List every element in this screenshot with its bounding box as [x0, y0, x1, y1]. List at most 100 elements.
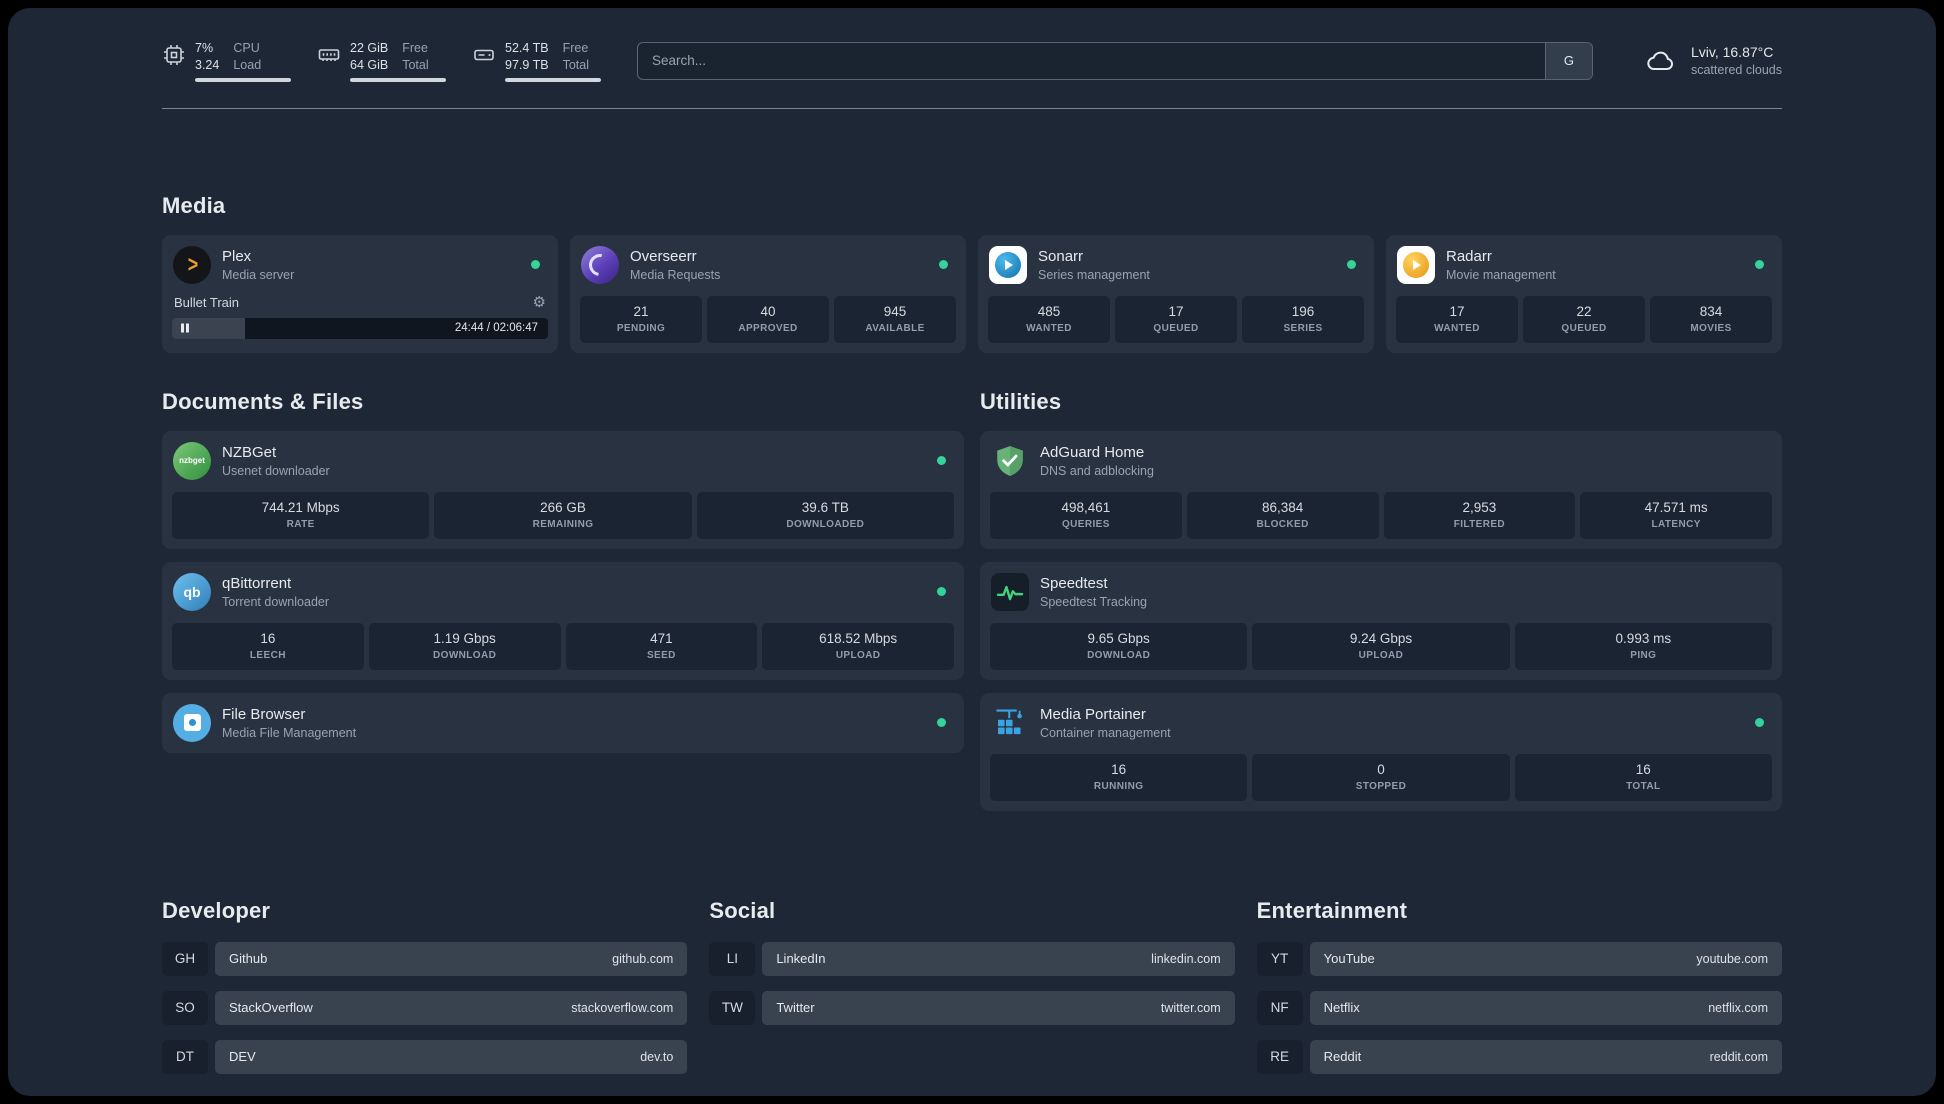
dashboard-panel: 7% 3.24 CPU Load 22 GiB 64 GiB Free Tota…	[8, 8, 1936, 1096]
weather-location: Lviv, 16.87°C	[1690, 44, 1774, 61]
service-desc: Container management	[1040, 725, 1171, 740]
stat-box: 485 WANTED	[988, 295, 1110, 343]
adguard-link[interactable]: AdGuard Home DNS and adblocking	[990, 441, 1772, 481]
overseerr-icon	[581, 245, 619, 284]
bookmark-abbr: LI	[709, 941, 756, 976]
bookmark-abbr: YT	[1256, 941, 1303, 976]
service-desc: Media server	[222, 267, 295, 282]
settings-gear-icon[interactable]: ⚙	[533, 295, 546, 310]
stat-box: 196 SERIES	[1242, 295, 1364, 343]
bookmark-url: dev.to	[640, 1049, 674, 1064]
bookmark-url: twitter.com	[1160, 1000, 1221, 1015]
top-bar: 7% 3.24 CPU Load 22 GiB 64 GiB Free Tota…	[162, 40, 1782, 82]
bookmark-url: reddit.com	[1709, 1049, 1768, 1064]
qbittorrent-card: qb qBittorrent Torrent downloader 16 LEE…	[162, 561, 964, 680]
memory-free: 22 GiB	[350, 41, 389, 55]
bookmark-url: github.com	[612, 951, 674, 966]
bookmark-abbr: TW	[709, 990, 756, 1025]
stat-box: 22 QUEUED	[1523, 295, 1645, 343]
memory-label-1: Free	[402, 41, 428, 55]
bookmark-url: netflix.com	[1708, 1000, 1768, 1015]
service-name: Overseerr	[630, 247, 697, 265]
disk-widget: 52.4 TB 97.9 TB Free Total	[472, 40, 601, 82]
service-name: Media Portainer	[1040, 705, 1146, 723]
radarr-link[interactable]: Radarr Movie management	[1396, 245, 1772, 285]
service-desc: Media File Management	[222, 725, 357, 740]
bookmark-linkedin[interactable]: LI LinkedIn linkedin.com	[709, 941, 1235, 976]
sonarr-icon	[989, 245, 1027, 284]
memory-icon	[318, 49, 340, 61]
stat-box: 16 TOTAL	[1514, 753, 1772, 801]
stat-box: 744.21 Mbps RATE	[172, 491, 430, 539]
now-playing-title: Bullet Train	[174, 294, 240, 310]
stat-box: 16 RUNNING	[990, 753, 1248, 801]
filebrowser-card: File Browser Media File Management	[162, 692, 964, 753]
stat-box: 1.19 Gbps DOWNLOAD	[368, 622, 561, 670]
radarr-card: Radarr Movie management 17 WANTED 22 QUE…	[1386, 234, 1782, 353]
social-bookmarks: Social LI LinkedIn linkedin.com TW Twitt…	[709, 897, 1235, 1040]
topbar-divider	[162, 107, 1782, 109]
bookmark-netflix[interactable]: NF Netflix netflix.com	[1256, 990, 1782, 1025]
service-name: File Browser	[222, 705, 306, 723]
service-name: NZBGet	[222, 443, 277, 461]
portainer-card: Media Portainer Container management 16 …	[980, 692, 1782, 811]
service-name: AdGuard Home	[1040, 443, 1145, 461]
overseerr-card: Overseerr Media Requests 21 PENDING 40 A…	[570, 234, 966, 353]
service-desc: Series management	[1038, 267, 1150, 282]
bookmark-name: StackOverflow	[229, 1000, 313, 1015]
portainer-crane-icon	[991, 704, 1029, 742]
stat-box: 266 GB REMAINING	[434, 491, 692, 539]
search-provider-button[interactable]: G	[1544, 42, 1592, 79]
bookmark-stackoverflow[interactable]: SO StackOverflow stackoverflow.com	[162, 990, 688, 1025]
bookmark-twitter[interactable]: TW Twitter twitter.com	[709, 990, 1235, 1025]
bookmark-name: Netflix	[1323, 1000, 1360, 1015]
weather-widget: Lviv, 16.87°C scattered clouds	[1641, 44, 1782, 77]
playback-progress-bar[interactable]: 24:44 / 02:06:47	[172, 317, 548, 339]
stat-box: 945 AVAILABLE	[834, 295, 956, 343]
bookmark-name: LinkedIn	[776, 951, 826, 966]
stat-box: 618.52 Mbps UPLOAD	[762, 622, 954, 670]
speedtest-link[interactable]: Speedtest Speedtest Tracking	[990, 572, 1772, 612]
bookmark-reddit[interactable]: RE Reddit reddit.com	[1256, 1039, 1782, 1074]
overseerr-link[interactable]: Overseerr Media Requests	[580, 245, 956, 285]
nzbget-card: nzbget NZBGet Usenet downloader 744.21 M…	[162, 430, 964, 549]
qbittorrent-link[interactable]: qb qBittorrent Torrent downloader	[172, 572, 954, 612]
qbittorrent-icon: qb	[173, 572, 211, 611]
search-input[interactable]	[637, 41, 1593, 80]
section-title-social: Social	[709, 897, 776, 923]
plex-link[interactable]: > Plex Media server	[172, 245, 548, 285]
speedtest-card: Speedtest Speedtest Tracking 9.65 Gbps D…	[980, 561, 1782, 680]
status-dot	[937, 587, 946, 596]
cpu-label-2: Load	[233, 58, 262, 73]
service-desc: Torrent downloader	[222, 594, 330, 609]
service-name: qBittorrent	[222, 574, 292, 592]
adguard-shield-icon	[991, 442, 1029, 480]
bookmark-dev[interactable]: DT DEV dev.to	[162, 1039, 688, 1074]
weather-condition: scattered clouds	[1690, 63, 1782, 78]
bookmark-github[interactable]: GH Github github.com	[162, 941, 688, 976]
service-name: Sonarr	[1038, 247, 1084, 265]
status-dot	[1347, 260, 1356, 269]
pause-icon[interactable]	[181, 323, 189, 333]
section-title-media: Media	[162, 192, 226, 218]
section-title-utilities: Utilities	[980, 388, 1062, 414]
filebrowser-icon	[173, 703, 211, 742]
stat-box: 40 APPROVED	[707, 295, 829, 343]
bookmark-youtube[interactable]: YT YouTube youtube.com	[1256, 941, 1782, 976]
stat-box: 16 LEECH	[172, 622, 364, 670]
sonarr-link[interactable]: Sonarr Series management	[988, 245, 1364, 285]
bookmark-abbr: RE	[1256, 1039, 1303, 1074]
bookmark-url: youtube.com	[1696, 951, 1768, 966]
radarr-icon	[1397, 245, 1435, 284]
bookmark-url: linkedin.com	[1151, 951, 1221, 966]
section-title-documents: Documents & Files	[162, 388, 364, 414]
speedtest-waveform-icon	[991, 572, 1029, 611]
memory-usage-bar	[350, 77, 446, 82]
stat-box: 39.6 TB DOWNLOADED	[696, 491, 954, 539]
memory-widget: 22 GiB 64 GiB Free Total	[317, 40, 446, 82]
portainer-link[interactable]: Media Portainer Container management	[990, 703, 1772, 743]
stat-box: 86,384 BLOCKED	[1186, 491, 1379, 539]
filebrowser-link[interactable]: File Browser Media File Management	[172, 703, 954, 743]
search: G	[637, 41, 1593, 80]
nzbget-link[interactable]: nzbget NZBGet Usenet downloader	[172, 441, 954, 481]
